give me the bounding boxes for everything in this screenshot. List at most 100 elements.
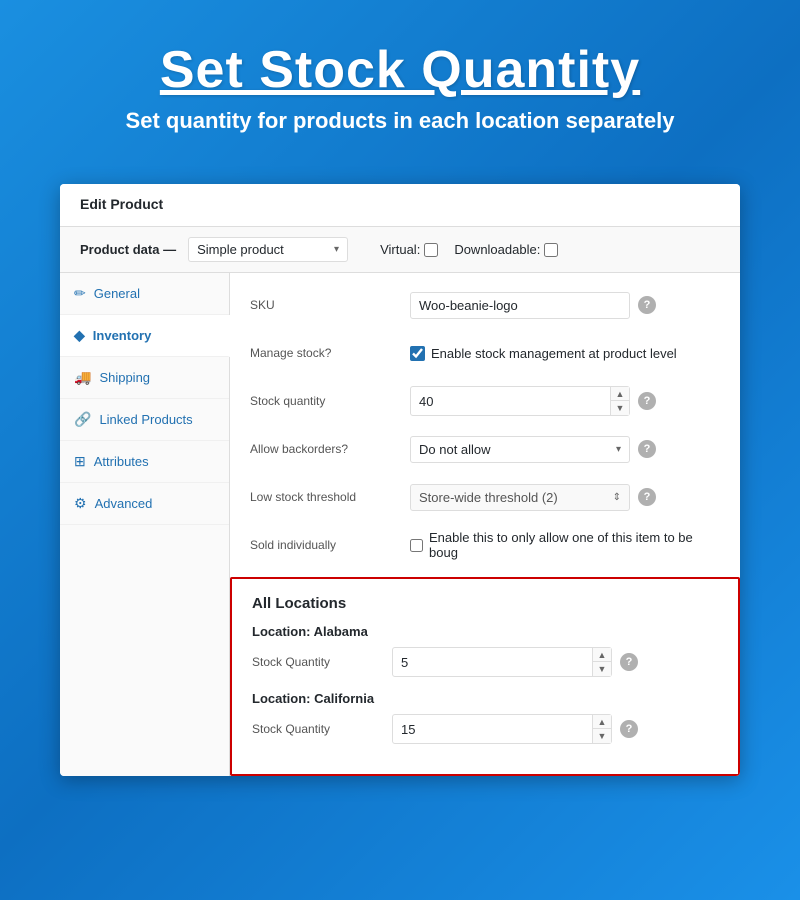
stock-quantity-input[interactable]: [411, 389, 610, 414]
sku-input[interactable]: [410, 292, 630, 319]
all-locations-section: All Locations Location: Alabama Stock Qu…: [230, 577, 740, 776]
sidebar-label-inventory: Inventory: [93, 328, 152, 343]
sub-title: Set quantity for products in each locati…: [126, 108, 675, 134]
sku-row: SKU ?: [250, 289, 720, 321]
sidebar-label-shipping: Shipping: [99, 370, 150, 385]
allow-backorders-select[interactable]: Do not allow ▾: [410, 436, 630, 463]
location-alabama-qty-value-wrap: ▲ ▼ ?: [392, 647, 718, 677]
stock-quantity-value-wrap: ▲ ▼ ?: [410, 386, 720, 416]
sold-individually-value-wrap: Enable this to only allow one of this it…: [410, 530, 720, 560]
low-stock-threshold-help-icon[interactable]: ?: [638, 488, 656, 506]
low-stock-threshold-value: Store-wide threshold (2): [419, 490, 558, 505]
header-section: Set Stock Quantity Set quantity for prod…: [106, 0, 695, 154]
stock-quantity-down[interactable]: ▼: [611, 401, 629, 415]
sidebar-label-attributes: Attributes: [94, 454, 149, 469]
product-data-label: Product data —: [80, 242, 176, 257]
shipping-icon: 🚚: [74, 369, 91, 386]
stock-quantity-label: Stock quantity: [250, 394, 410, 408]
location-california-qty-input[interactable]: [393, 717, 592, 742]
location-california-qty-row: Stock Quantity ▲ ▼ ?: [252, 714, 718, 744]
location-alabama-help-icon[interactable]: ?: [620, 653, 638, 671]
main-title: Set Stock Quantity: [126, 40, 675, 100]
product-type-select[interactable]: Simple product ▾: [188, 237, 348, 262]
location-california-qty-label: Stock Quantity: [252, 722, 392, 736]
sku-value-wrap: ?: [410, 292, 720, 319]
sidebar: ✏ General ◆ Inventory 🚚 Shipping 🔗 Linke…: [60, 273, 230, 776]
sidebar-item-shipping[interactable]: 🚚 Shipping: [60, 357, 229, 399]
wp-panel: Edit Product Product data — Simple produ…: [60, 184, 740, 776]
sold-individually-row: Sold individually Enable this to only al…: [250, 529, 720, 561]
location-california-name: Location: California: [252, 691, 718, 706]
allow-backorders-label: Allow backorders?: [250, 442, 410, 456]
location-california-qty-input-wrap: ▲ ▼: [392, 714, 612, 744]
inventory-content: SKU ? Manage stock? Enable stock managem…: [230, 273, 740, 776]
stock-quantity-up[interactable]: ▲: [611, 387, 629, 401]
virtual-downloadable-row: Virtual: Downloadable:: [380, 242, 558, 257]
location-california-qty-value-wrap: ▲ ▼ ?: [392, 714, 718, 744]
advanced-icon: ⚙: [74, 495, 87, 512]
manage-stock-label: Manage stock?: [250, 346, 410, 360]
sidebar-label-advanced: Advanced: [95, 496, 153, 511]
product-type-arrow: ▾: [334, 244, 339, 255]
location-california-qty-up[interactable]: ▲: [593, 715, 611, 729]
sidebar-item-inventory[interactable]: ◆ Inventory: [60, 315, 230, 357]
allow-backorders-value-wrap: Do not allow ▾ ?: [410, 436, 720, 463]
manage-stock-value-wrap: Enable stock management at product level: [410, 346, 720, 361]
allow-backorders-help-icon[interactable]: ?: [638, 440, 656, 458]
virtual-checkbox[interactable]: [424, 243, 438, 257]
product-type-value: Simple product: [197, 242, 284, 257]
content-area: ✏ General ◆ Inventory 🚚 Shipping 🔗 Linke…: [60, 273, 740, 776]
manage-stock-row: Manage stock? Enable stock management at…: [250, 337, 720, 369]
location-alabama-qty-input[interactable]: [393, 650, 592, 675]
sold-individually-checkbox[interactable]: [410, 539, 423, 552]
panel-header-title: Edit Product: [80, 196, 163, 212]
location-california-help-icon[interactable]: ?: [620, 720, 638, 738]
linked-products-icon: 🔗: [74, 411, 91, 428]
product-data-bar: Product data — Simple product ▾ Virtual:…: [60, 227, 740, 273]
location-california-qty-down[interactable]: ▼: [593, 729, 611, 743]
all-locations-title: All Locations: [252, 595, 718, 612]
panel-header: Edit Product: [60, 184, 740, 227]
virtual-label-text: Virtual:: [380, 242, 420, 257]
sidebar-item-advanced[interactable]: ⚙ Advanced: [60, 483, 229, 525]
allow-backorders-value: Do not allow: [419, 442, 491, 457]
manage-stock-check-row: Enable stock management at product level: [410, 346, 677, 361]
low-stock-threshold-arrow: ⇕: [613, 492, 621, 503]
stock-quantity-spinner: ▲ ▼: [610, 387, 629, 415]
manage-stock-checkbox[interactable]: [410, 346, 425, 361]
location-california-qty-spinner: ▲ ▼: [592, 715, 611, 743]
low-stock-threshold-row: Low stock threshold Store-wide threshold…: [250, 481, 720, 513]
general-icon: ✏: [74, 285, 86, 302]
downloadable-checkbox[interactable]: [544, 243, 558, 257]
manage-stock-checkbox-label: Enable stock management at product level: [431, 346, 677, 361]
location-alabama-qty-down[interactable]: ▼: [593, 662, 611, 676]
sku-help-icon[interactable]: ?: [638, 296, 656, 314]
sidebar-item-general[interactable]: ✏ General: [60, 273, 229, 315]
stock-quantity-help-icon[interactable]: ?: [638, 392, 656, 410]
sidebar-item-linked-products[interactable]: 🔗 Linked Products: [60, 399, 229, 441]
low-stock-threshold-label: Low stock threshold: [250, 490, 410, 504]
attributes-icon: ⊞: [74, 453, 86, 470]
sidebar-label-general: General: [94, 286, 140, 301]
stock-quantity-input-wrap: ▲ ▼: [410, 386, 630, 416]
location-alabama-qty-label: Stock Quantity: [252, 655, 392, 669]
downloadable-label[interactable]: Downloadable:: [454, 242, 558, 257]
sold-individually-check-row: Enable this to only allow one of this it…: [410, 530, 720, 560]
sidebar-item-attributes[interactable]: ⊞ Attributes: [60, 441, 229, 483]
low-stock-threshold-value-wrap: Store-wide threshold (2) ⇕ ?: [410, 484, 720, 511]
location-alabama-qty-spinner: ▲ ▼: [592, 648, 611, 676]
virtual-label[interactable]: Virtual:: [380, 242, 438, 257]
inventory-icon: ◆: [74, 327, 85, 344]
location-alabama-name: Location: Alabama: [252, 624, 718, 639]
allow-backorders-row: Allow backorders? Do not allow ▾ ?: [250, 433, 720, 465]
low-stock-threshold-select: Store-wide threshold (2) ⇕: [410, 484, 630, 511]
allow-backorders-arrow: ▾: [616, 444, 621, 455]
location-alabama-qty-row: Stock Quantity ▲ ▼ ?: [252, 647, 718, 677]
sku-label: SKU: [250, 298, 410, 312]
sidebar-label-linked-products: Linked Products: [99, 412, 192, 427]
location-alabama-qty-up[interactable]: ▲: [593, 648, 611, 662]
downloadable-label-text: Downloadable:: [454, 242, 540, 257]
sold-individually-label: Sold individually: [250, 538, 410, 552]
sold-individually-checkbox-label: Enable this to only allow one of this it…: [429, 530, 720, 560]
stock-quantity-row: Stock quantity ▲ ▼ ?: [250, 385, 720, 417]
